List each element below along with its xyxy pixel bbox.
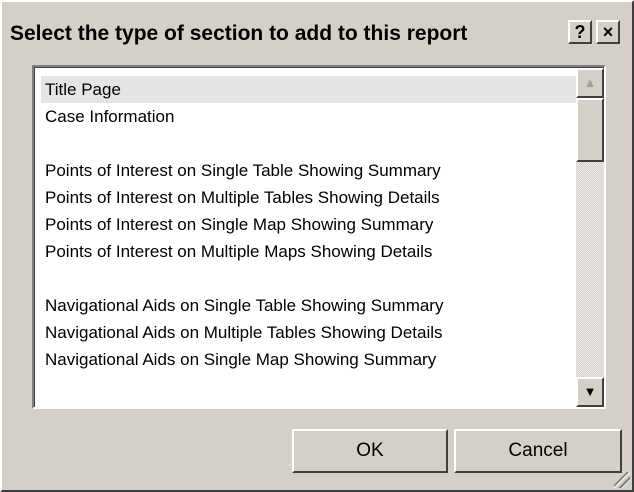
list-item[interactable]: Navigational Aids on Multiple Tables Sho… <box>41 319 579 346</box>
list-item[interactable]: Points of Interest on Multiple Tables Sh… <box>41 184 579 211</box>
scroll-up-button[interactable]: ▲ <box>576 68 604 98</box>
listbox-frame: Title Page Case Information Points of In… <box>34 67 604 407</box>
chevron-up-icon: ▲ <box>583 75 597 90</box>
help-icon: ? <box>574 22 586 42</box>
list-item[interactable]: Navigational Aids on Single Table Showin… <box>41 292 579 319</box>
resize-grip-icon[interactable] <box>614 472 630 488</box>
scroll-down-button[interactable]: ▼ <box>576 377 604 407</box>
list-item[interactable] <box>41 265 579 292</box>
section-type-listbox[interactable]: Title Page Case Information Points of In… <box>32 65 606 409</box>
list-item[interactable]: Title Page <box>41 76 579 103</box>
ok-button[interactable]: OK <box>292 429 448 473</box>
list-item[interactable]: Navigational Aids on Single Map Showing … <box>41 346 579 373</box>
list-item[interactable]: Points of Interest on Single Map Showing… <box>41 211 579 238</box>
list-item[interactable]: Points of Interest on Single Table Showi… <box>41 157 579 184</box>
dialog-title: Select the type of section to add to thi… <box>10 22 468 45</box>
scrollbar-thumb[interactable] <box>576 98 604 162</box>
section-type-dialog: Select the type of section to add to thi… <box>0 0 634 492</box>
section-type-list: Title Page Case Information Points of In… <box>41 76 579 373</box>
list-item[interactable]: Points of Interest on Multiple Maps Show… <box>41 238 579 265</box>
close-button[interactable]: × <box>596 20 620 44</box>
title-bar: Select the type of section to add to thi… <box>8 18 626 52</box>
list-item[interactable] <box>41 130 579 157</box>
close-icon: × <box>602 22 614 42</box>
help-button[interactable]: ? <box>568 20 592 44</box>
chevron-down-icon: ▼ <box>583 384 597 399</box>
list-item[interactable]: Case Information <box>41 103 579 130</box>
vertical-scrollbar[interactable]: ▲ ▼ <box>576 68 604 407</box>
cancel-button[interactable]: Cancel <box>454 429 622 473</box>
